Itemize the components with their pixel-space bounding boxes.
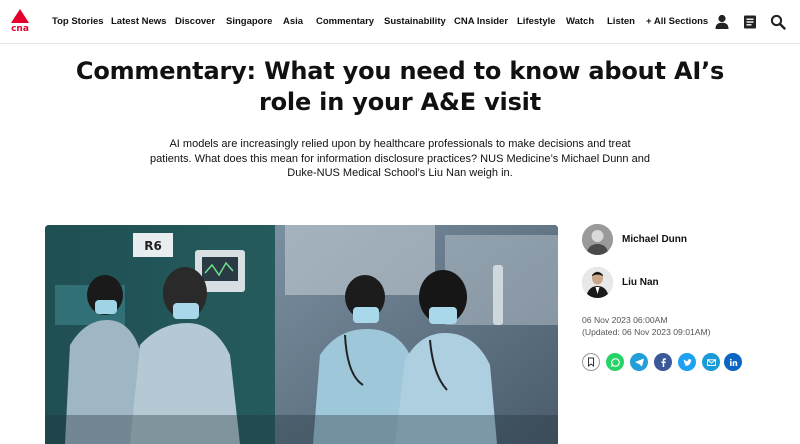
search-icon[interactable] (769, 13, 787, 31)
nav-lifestyle[interactable]: Lifestyle (517, 16, 556, 27)
avatar (582, 267, 613, 298)
avatar (582, 224, 613, 255)
nav-latest-news[interactable]: Latest News (111, 16, 166, 27)
nav-watch[interactable]: Watch (566, 16, 594, 27)
hero-image: R6 (45, 225, 558, 444)
article-headline: Commentary: What you need to know about … (75, 57, 725, 116)
nav-sustainability[interactable]: Sustainability (384, 16, 446, 27)
nav-commentary[interactable]: Commentary (316, 16, 374, 27)
author-liu-nan[interactable]: Liu Nan (582, 267, 782, 299)
nav-singapore[interactable]: Singapore (226, 16, 272, 27)
publish-date: 06 Nov 2023 06:00AM (582, 315, 668, 325)
author-name[interactable]: Michael Dunn (622, 234, 687, 245)
logo-text: cna (11, 24, 29, 34)
linkedin-icon[interactable] (724, 353, 742, 371)
nav-all-sections[interactable]: + All Sections (646, 16, 708, 27)
logo-triangle (11, 9, 29, 23)
twitter-icon[interactable] (678, 353, 696, 371)
updated-date: (Updated: 06 Nov 2023 09:01AM) (582, 327, 711, 337)
top-nav: cna Top Stories Latest News Discover Sin… (0, 0, 800, 44)
hero-illustration: R6 (45, 225, 558, 444)
nav-top-stories[interactable]: Top Stories (52, 16, 104, 27)
nav-asia[interactable]: Asia (283, 16, 303, 27)
bookmark-icon[interactable] (582, 353, 600, 371)
user-icon[interactable] (713, 13, 731, 31)
nav-cna-insider[interactable]: CNA Insider (454, 16, 508, 27)
author-michael-dunn[interactable]: Michael Dunn (582, 224, 782, 256)
nav-discover[interactable]: Discover (175, 16, 215, 27)
telegram-icon[interactable] (630, 353, 648, 371)
email-icon[interactable] (702, 353, 720, 371)
whatsapp-icon[interactable] (606, 353, 624, 371)
menu-icon[interactable] (741, 13, 759, 31)
bed-sign-text: R6 (144, 239, 162, 253)
facebook-icon[interactable] (654, 353, 672, 371)
author-name[interactable]: Liu Nan (622, 277, 659, 288)
cna-logo[interactable]: cna (9, 9, 31, 35)
article-summary: AI models are increasingly relied upon b… (150, 138, 650, 179)
nav-listen[interactable]: Listen (607, 16, 635, 27)
